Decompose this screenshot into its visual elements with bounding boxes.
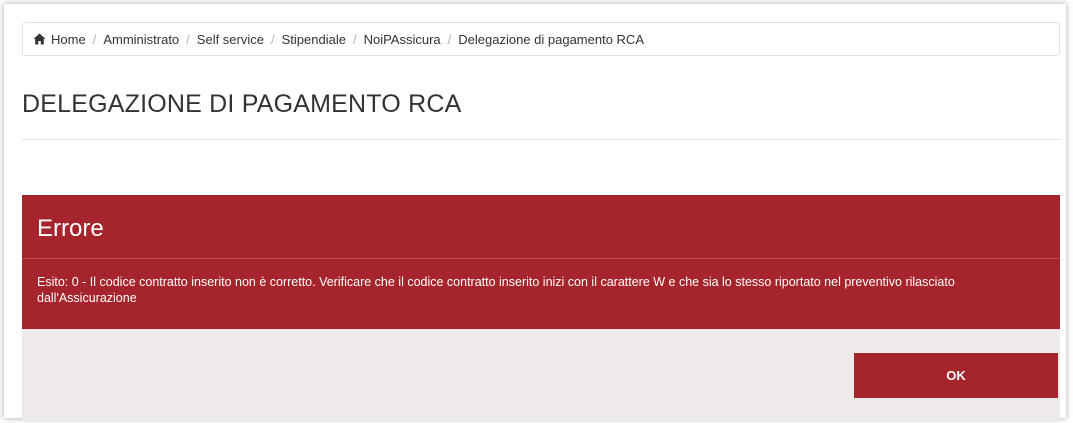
error-dialog: Errore Esito: 0 - Il codice contratto in… <box>22 195 1060 422</box>
breadcrumb-stipendiale[interactable]: Stipendiale <box>282 32 346 47</box>
breadcrumb-separator: / <box>447 31 452 47</box>
breadcrumb-current: Delegazione di pagamento RCA <box>458 31 644 47</box>
app-window: Home / Amministrato / Self service / Sti… <box>4 4 1066 422</box>
page-title: DELEGAZIONE DI PAGAMENTO RCA <box>22 90 462 118</box>
breadcrumb-separator: / <box>186 31 190 47</box>
error-dialog-title: Errore <box>37 215 104 242</box>
error-dialog-footer: OK <box>22 329 1060 422</box>
breadcrumb-separator: / <box>271 31 275 47</box>
breadcrumb: Home / Amministrato / Self service / Sti… <box>22 22 1060 56</box>
ok-button[interactable]: OK <box>854 353 1058 398</box>
home-icon[interactable] <box>33 33 46 45</box>
breadcrumb-separator: / <box>352 31 357 47</box>
breadcrumb-amministrato[interactable]: Amministrato <box>103 32 179 47</box>
breadcrumb-self-service[interactable]: Self service <box>197 32 264 47</box>
error-message: Esito: 0 - Il codice contratto inserito … <box>22 259 1060 329</box>
error-dialog-header: Errore <box>22 195 1060 259</box>
breadcrumb-home[interactable]: Home <box>51 32 86 47</box>
breadcrumb-noipassicura[interactable]: NoiPAssicura <box>364 32 441 47</box>
title-divider <box>22 139 1060 140</box>
breadcrumb-separator: / <box>92 31 97 47</box>
